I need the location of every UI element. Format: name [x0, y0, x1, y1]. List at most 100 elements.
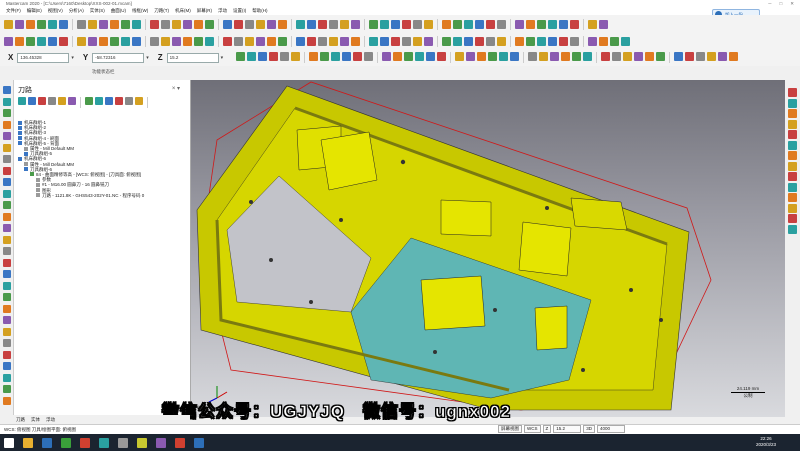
draw-tool-icon[interactable]	[369, 36, 378, 46]
toolpath-op-icon[interactable]	[95, 97, 103, 105]
view-tool-icon[interactable]	[528, 52, 538, 61]
draw-tool-icon[interactable]	[413, 36, 422, 46]
view-shortcut-icon[interactable]	[788, 172, 797, 181]
view-shortcut-icon[interactable]	[788, 140, 797, 150]
view-tool-icon[interactable]	[645, 52, 655, 61]
toolpath-op-icon[interactable]	[68, 97, 76, 105]
coord-x-field[interactable]: 136.45328	[17, 52, 70, 63]
tab-floating[interactable]: 浮动	[46, 417, 55, 423]
taskbar-app-icon[interactable]	[137, 437, 147, 448]
view-tool-icon[interactable]	[488, 52, 498, 61]
taskbar-app-icon[interactable]	[118, 437, 128, 448]
view-tool-icon[interactable]	[404, 52, 414, 61]
quick-mask-icon[interactable]	[3, 350, 11, 359]
draw-tool-icon[interactable]	[245, 36, 254, 46]
view-tool-icon[interactable]	[320, 52, 330, 61]
view-tool-icon[interactable]	[623, 52, 633, 61]
wcs-cell[interactable]: WCS	[524, 425, 541, 433]
quick-mask-icon[interactable]	[3, 189, 11, 198]
coord-z-field[interactable]: 15.2	[166, 52, 219, 63]
menu-item[interactable]: 机床(M)	[175, 8, 191, 14]
tool-icon[interactable]	[588, 19, 597, 29]
quick-mask-icon[interactable]	[3, 97, 11, 106]
quick-mask-icon[interactable]	[3, 258, 11, 267]
tool-icon[interactable]	[424, 19, 433, 29]
quick-mask-icon[interactable]	[3, 373, 11, 382]
quick-mask-icon[interactable]	[3, 166, 11, 175]
view-tool-icon[interactable]	[477, 52, 487, 61]
quick-mask-icon[interactable]	[3, 247, 11, 255]
toolpath-op-icon[interactable]	[28, 97, 36, 105]
view-tool-icon[interactable]	[561, 52, 571, 61]
tool-icon[interactable]	[599, 19, 608, 29]
draw-tool-icon[interactable]	[588, 36, 597, 46]
draw-tool-icon[interactable]	[26, 36, 35, 46]
tool-icon[interactable]	[183, 19, 192, 29]
draw-tool-icon[interactable]	[77, 36, 86, 46]
view-tool-icon[interactable]	[269, 52, 279, 61]
view-tool-icon[interactable]	[280, 52, 290, 61]
tool-icon[interactable]	[48, 19, 57, 29]
tool-icon[interactable]	[150, 19, 159, 29]
view-tool-icon[interactable]	[718, 52, 728, 61]
view-tool-icon[interactable]	[291, 52, 301, 61]
draw-tool-icon[interactable]	[464, 36, 473, 46]
view-shortcut-icon[interactable]	[788, 224, 797, 234]
tool-icon[interactable]	[548, 19, 557, 29]
tool-icon[interactable]	[537, 19, 546, 29]
tab-toolpaths[interactable]: 刀路	[16, 417, 25, 423]
tool-icon[interactable]	[278, 19, 287, 29]
quick-mask-icon[interactable]	[3, 109, 11, 117]
quick-mask-icon[interactable]	[3, 178, 11, 186]
draw-tool-icon[interactable]	[296, 36, 305, 46]
draw-tool-icon[interactable]	[223, 36, 232, 46]
draw-tool-icon[interactable]	[172, 36, 181, 46]
view-tool-icon[interactable]	[612, 52, 622, 61]
view-shortcut-icon[interactable]	[788, 203, 797, 213]
tool-icon[interactable]	[59, 19, 68, 29]
quick-mask-icon[interactable]	[3, 396, 11, 405]
tool-icon[interactable]	[77, 19, 86, 29]
tool-icon[interactable]	[26, 19, 35, 29]
draw-tool-icon[interactable]	[267, 36, 276, 46]
toolpath-op-icon[interactable]	[125, 97, 133, 105]
draw-tool-icon[interactable]	[340, 36, 349, 46]
z-value-cell[interactable]: 15.2	[553, 425, 582, 433]
tool-icon[interactable]	[223, 19, 232, 29]
draw-tool-icon[interactable]	[132, 36, 141, 46]
view-tool-icon[interactable]	[466, 52, 476, 61]
view-tool-icon[interactable]	[437, 52, 447, 61]
quick-mask-icon[interactable]	[3, 86, 11, 94]
tool-icon[interactable]	[369, 19, 378, 29]
view-shortcut-icon[interactable]	[788, 214, 797, 223]
tool-icon[interactable]	[88, 19, 97, 29]
draw-tool-icon[interactable]	[442, 36, 451, 46]
quick-mask-icon[interactable]	[3, 132, 11, 140]
quick-mask-icon[interactable]	[3, 212, 11, 221]
draw-tool-icon[interactable]	[599, 36, 608, 46]
tool-icon[interactable]	[351, 19, 360, 29]
tool-icon[interactable]	[515, 19, 524, 29]
view-tool-icon[interactable]	[415, 52, 425, 61]
draw-tool-icon[interactable]	[37, 36, 46, 46]
view-tool-icon[interactable]	[426, 52, 436, 61]
part-model[interactable]	[191, 80, 785, 417]
tool-icon[interactable]	[110, 19, 119, 29]
tool-icon[interactable]	[526, 19, 535, 29]
tab-solids[interactable]: 实体	[31, 417, 40, 423]
quick-mask-icon[interactable]	[3, 155, 11, 163]
quick-mask-icon[interactable]	[3, 201, 11, 209]
mode-3d-cell[interactable]: 3D	[583, 425, 596, 433]
quick-mask-icon[interactable]	[3, 327, 11, 336]
panel-close-icon[interactable]: × ▾	[172, 85, 180, 92]
draw-tool-icon[interactable]	[537, 36, 546, 46]
tool-icon[interactable]	[194, 19, 203, 29]
menu-item[interactable]: 浮动	[218, 8, 227, 14]
toolpath-op-icon[interactable]	[135, 97, 143, 105]
tool-icon[interactable]	[340, 19, 349, 29]
view-tool-icon[interactable]	[685, 52, 695, 61]
quick-mask-icon[interactable]	[3, 339, 11, 347]
draw-tool-icon[interactable]	[99, 36, 108, 46]
tool-icon[interactable]	[15, 19, 24, 29]
tool-icon[interactable]	[205, 19, 214, 29]
